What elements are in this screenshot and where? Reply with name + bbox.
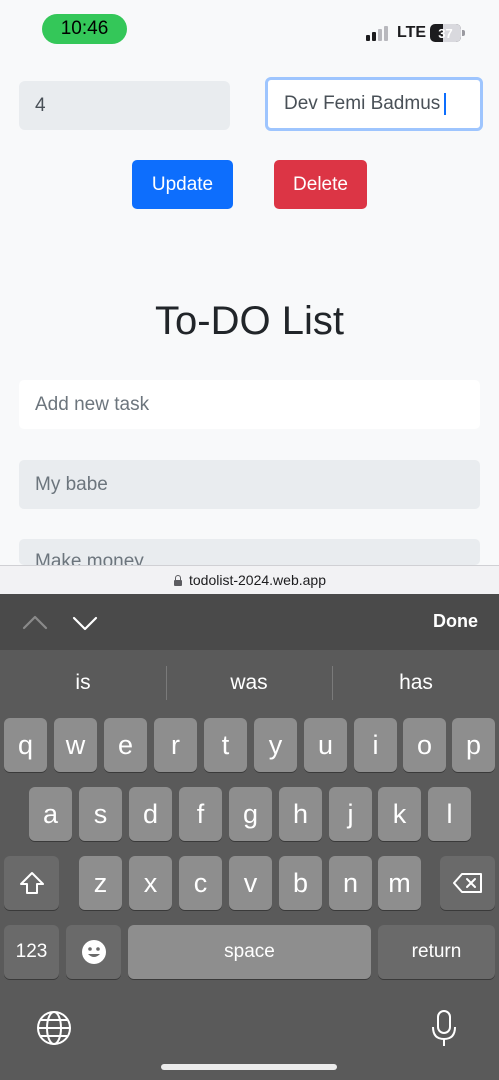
- page-title: To-DO List: [155, 299, 344, 343]
- key-x[interactable]: x: [129, 856, 172, 910]
- numbers-key[interactable]: 123: [4, 925, 59, 979]
- cellular-signal-icon: [366, 25, 390, 41]
- key-y[interactable]: y: [254, 718, 297, 772]
- key-n[interactable]: n: [329, 856, 372, 910]
- url-text: todolist-2024.web.app: [189, 572, 326, 588]
- globe-icon[interactable]: [34, 1008, 74, 1048]
- key-g[interactable]: g: [229, 787, 272, 841]
- key-t[interactable]: t: [204, 718, 247, 772]
- done-button[interactable]: Done: [433, 611, 478, 632]
- task-name-field[interactable]: Dev Femi Badmus: [265, 77, 483, 131]
- key-b[interactable]: b: [279, 856, 322, 910]
- home-indicator: [161, 1064, 337, 1070]
- text-cursor: [444, 93, 447, 115]
- delete-button[interactable]: Delete: [274, 160, 367, 209]
- key-d[interactable]: d: [129, 787, 172, 841]
- battery-level: 37: [438, 25, 453, 41]
- key-q[interactable]: q: [4, 718, 47, 772]
- key-j[interactable]: j: [329, 787, 372, 841]
- key-v[interactable]: v: [229, 856, 272, 910]
- task-item[interactable]: Make money: [19, 539, 480, 565]
- task-id-field[interactable]: 4: [19, 81, 230, 130]
- task-name-value: Dev Femi Badmus: [284, 93, 441, 114]
- key-a[interactable]: a: [29, 787, 72, 841]
- suggestion-item[interactable]: is: [0, 650, 166, 716]
- suggestion-bar: is was has: [0, 650, 499, 716]
- key-u[interactable]: u: [304, 718, 347, 772]
- chevron-down-icon[interactable]: [72, 610, 98, 636]
- suggestion-item[interactable]: has: [333, 650, 499, 716]
- key-i[interactable]: i: [354, 718, 397, 772]
- battery-cap: [462, 30, 465, 36]
- address-bar[interactable]: todolist-2024.web.app: [0, 565, 499, 594]
- backspace-icon: [452, 873, 482, 893]
- shift-icon: [19, 872, 44, 894]
- update-button[interactable]: Update: [132, 160, 233, 209]
- new-task-input[interactable]: Add new task: [19, 380, 480, 429]
- chevron-up-icon[interactable]: [22, 610, 48, 636]
- status-time: 10:46: [42, 14, 127, 44]
- key-l[interactable]: l: [428, 787, 471, 841]
- task-item[interactable]: My babe: [19, 460, 480, 509]
- keyboard: Done is was has q w e r t y u i o p a s …: [0, 594, 499, 1080]
- emoji-key[interactable]: [66, 925, 121, 979]
- backspace-key[interactable]: [440, 856, 495, 910]
- key-w[interactable]: w: [54, 718, 97, 772]
- lock-icon: [173, 574, 183, 586]
- shift-key[interactable]: [4, 856, 59, 910]
- return-key[interactable]: return: [378, 925, 495, 979]
- key-s[interactable]: s: [79, 787, 122, 841]
- key-f[interactable]: f: [179, 787, 222, 841]
- microphone-icon[interactable]: [424, 1008, 464, 1048]
- key-m[interactable]: m: [378, 856, 421, 910]
- key-r[interactable]: r: [154, 718, 197, 772]
- battery-icon: 37: [430, 24, 461, 42]
- suggestion-item[interactable]: was: [166, 650, 332, 716]
- key-h[interactable]: h: [279, 787, 322, 841]
- emoji-icon: [81, 940, 106, 964]
- key-z[interactable]: z: [79, 856, 122, 910]
- space-key[interactable]: space: [128, 925, 371, 979]
- key-p[interactable]: p: [452, 718, 495, 772]
- key-e[interactable]: e: [104, 718, 147, 772]
- key-o[interactable]: o: [403, 718, 446, 772]
- key-k[interactable]: k: [378, 787, 421, 841]
- key-c[interactable]: c: [179, 856, 222, 910]
- network-type: LTE: [397, 24, 427, 41]
- keyboard-accessory-bar: Done: [0, 594, 499, 650]
